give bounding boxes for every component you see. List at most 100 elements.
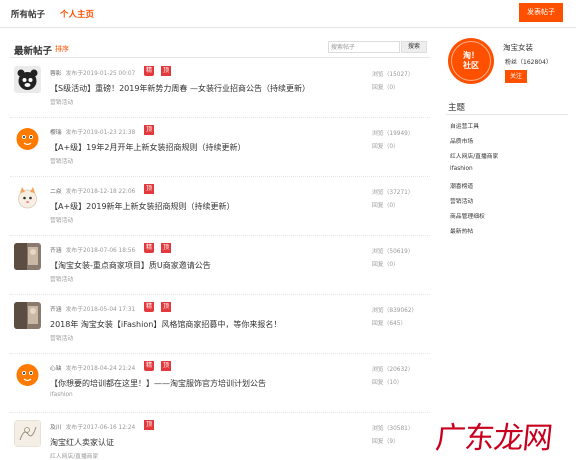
post-title[interactable]: 【你想要的培训都在这里！】——淘宝服饰官方培训计划公告	[50, 378, 266, 389]
fans-count: 粉丝（162804）	[505, 59, 552, 66]
post-meta: 二焱 发布于2018-12-18 22:06	[50, 186, 135, 195]
cartoon-cat-avatar-icon[interactable]	[14, 184, 41, 211]
post-replies: 回复（645）	[372, 321, 407, 327]
taobao-mascot-avatar-icon[interactable]	[14, 361, 41, 388]
post-category[interactable]: 营销活动	[50, 156, 73, 165]
post-views: 浏览（30581）	[372, 426, 414, 432]
post-views: 浏览（20632）	[372, 367, 414, 373]
post-views: 浏览（15027）	[372, 72, 414, 78]
post-item: 齐涵 发布于2018-07-06 18:56 精 顶 【淘宝女装-重点商家项目】质…	[10, 236, 430, 295]
post-item: 齐涵 发布于2018-05-04 17:31 精 顶 2018年 淘宝女装【iFa…	[10, 295, 430, 354]
post-author[interactable]: 樱瑞	[50, 130, 62, 136]
post-date: 发布于2018-07-06 18:56	[65, 248, 136, 254]
post-category[interactable]: 营销活动	[50, 215, 73, 224]
post-views: 浏览（19949）	[372, 131, 414, 137]
post-title[interactable]: 2018年 淘宝女装【iFashion】风格馆商家招募中，等你来报名！	[50, 319, 281, 330]
post-author[interactable]: 及川	[50, 425, 62, 431]
post-replies: 回复（9）	[372, 439, 399, 445]
post-replies: 回复（10）	[372, 380, 403, 386]
topic-link[interactable]: 潮喜榜道	[450, 181, 473, 190]
topic-link[interactable]: 营销活动	[450, 196, 473, 205]
post-author[interactable]: 蓉影	[50, 71, 62, 77]
post-author[interactable]: 二焱	[50, 189, 62, 195]
nav-all-posts[interactable]: 所有帖子	[11, 8, 45, 20]
post-author[interactable]: 齐涵	[50, 248, 62, 254]
post-item: 二焱 发布于2018-12-18 22:06 顶 【A+级】2019新年上新女装招…	[10, 177, 430, 236]
post-meta: 齐涵 发布于2018-07-06 18:56	[50, 245, 135, 254]
photo-avatar-icon[interactable]	[14, 243, 41, 270]
post-item: 心缺 发布于2018-04-24 21:24 精 顶 【你想要的培训都在这里！】—…	[10, 354, 430, 413]
pinned-tag: 顶	[161, 361, 171, 371]
post-title[interactable]: 【S级活动】重磅！2019年新势力周春 —女装行业招商公告（持续更新）	[50, 83, 310, 94]
post-category[interactable]: 营销活动	[50, 97, 73, 106]
search-button[interactable]: 搜索	[401, 41, 427, 53]
post-title[interactable]: 【A+级】19年2月开年上新女装招商规则（持续更新）	[50, 142, 245, 153]
post-date: 发布于2019-01-23 21:38	[65, 130, 136, 136]
topic-link[interactable]: 自运营工具	[450, 121, 479, 130]
post-button[interactable]: 发表帖子	[519, 3, 563, 22]
brand-name: 淘宝女装	[503, 43, 533, 52]
nav-personal-page[interactable]: 个人主页	[60, 8, 94, 20]
post-date: 发布于2018-05-04 17:31	[65, 307, 136, 313]
post-author[interactable]: 齐涵	[50, 307, 62, 313]
post-category[interactable]: 红人网店/直播商家	[50, 451, 98, 460]
topic-link[interactable]: 红人网店/直播商家	[450, 151, 498, 160]
post-item: 及川 发布于2017-06-16 12:24 顶 淘宝红人卖家认证 红人网店/直播…	[10, 413, 430, 460]
post-category[interactable]: 营销活动	[50, 333, 73, 342]
post-title[interactable]: 【淘宝女装-重点商家项目】质U商家邀请公告	[50, 260, 211, 271]
topic-link[interactable]: 品质市场	[450, 136, 473, 145]
post-meta: 樱瑞 发布于2019-01-23 21:38	[50, 127, 135, 136]
taobao-mascot-avatar-icon[interactable]	[14, 125, 41, 152]
post-title[interactable]: 淘宝红人卖家认证	[50, 437, 114, 448]
post-meta: 齐涵 发布于2018-05-04 17:31	[50, 304, 135, 313]
post-replies: 回复（0）	[372, 262, 399, 268]
latest-posts-heading: 最新帖子	[14, 46, 53, 57]
sketch-avatar-icon[interactable]	[14, 420, 41, 447]
post-author[interactable]: 心缺	[50, 366, 62, 372]
post-date: 发布于2017-06-16 12:24	[65, 425, 136, 431]
pinned-tag: 顶	[161, 66, 171, 76]
bear-avatar-icon[interactable]	[14, 66, 41, 93]
topic-link[interactable]: 最新热帖	[450, 226, 473, 235]
sort-link[interactable]: 排序	[55, 44, 69, 54]
follow-button[interactable]: 关注	[505, 70, 527, 83]
logo-line-1: 淘！	[463, 51, 479, 60]
post-category[interactable]: 营销活动	[50, 274, 73, 283]
topic-link[interactable]: 商品管理细权	[450, 211, 485, 220]
post-views: 浏览（50619）	[372, 249, 414, 255]
topics-heading: 主题	[448, 103, 466, 113]
essence-tag: 精	[144, 66, 154, 76]
essence-tag: 精	[144, 361, 154, 371]
pinned-tag: 顶	[144, 420, 154, 430]
watermark: 广东龙网	[433, 421, 554, 456]
pinned-tag: 顶	[144, 184, 154, 194]
search-input[interactable]	[328, 41, 400, 53]
pinned-tag: 顶	[161, 243, 171, 253]
post-replies: 回复（0）	[372, 85, 399, 91]
post-replies: 回复（0）	[372, 144, 399, 150]
essence-tag: 精	[144, 243, 154, 253]
post-item: 樱瑞 发布于2019-01-23 21:38 顶 【A+级】19年2月开年上新女装…	[10, 118, 430, 177]
post-date: 发布于2018-12-18 22:06	[65, 189, 136, 195]
pinned-tag: 顶	[161, 302, 171, 312]
photo-avatar-icon[interactable]	[14, 302, 41, 329]
post-date: 发布于2019-01-25 00:07	[65, 71, 136, 77]
post-views: 浏览（37271）	[372, 190, 414, 196]
essence-tag: 精	[144, 302, 154, 312]
post-item: 蓉影 发布于2019-01-25 00:07 精 顶 【S级活动】重磅！2019年…	[10, 59, 430, 118]
pinned-tag: 顶	[144, 125, 154, 135]
post-title[interactable]: 【A+级】2019新年上新女装招商规则（持续更新）	[50, 201, 235, 212]
post-date: 发布于2018-04-24 21:24	[65, 366, 136, 372]
logo-line-2: 社区	[463, 61, 479, 70]
post-meta: 蓉影 发布于2019-01-25 00:07	[50, 68, 135, 77]
community-logo: 淘！ 社区	[448, 38, 494, 84]
post-meta: 心缺 发布于2018-04-24 21:24	[50, 363, 135, 372]
post-category[interactable]: ifashion	[50, 392, 73, 398]
post-meta: 及川 发布于2017-06-16 12:24	[50, 422, 135, 431]
top-nav: 所有帖子 个人主页 发表帖子	[0, 0, 576, 28]
divider	[10, 57, 430, 58]
divider	[446, 114, 568, 115]
topic-link[interactable]: ifashion	[450, 166, 473, 172]
post-replies: 回复（0）	[372, 203, 399, 209]
post-views: 浏览（839062）	[372, 308, 418, 314]
